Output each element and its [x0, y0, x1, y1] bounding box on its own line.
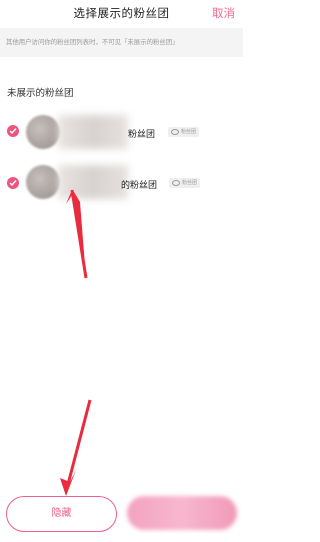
confirm-button[interactable]	[127, 496, 237, 530]
hide-button[interactable]: 隐藏	[6, 496, 117, 532]
bottom-bar: 隐藏	[0, 480, 243, 542]
lower-arrow-shaft	[64, 399, 92, 493]
annotation-arrows	[60, 189, 92, 496]
